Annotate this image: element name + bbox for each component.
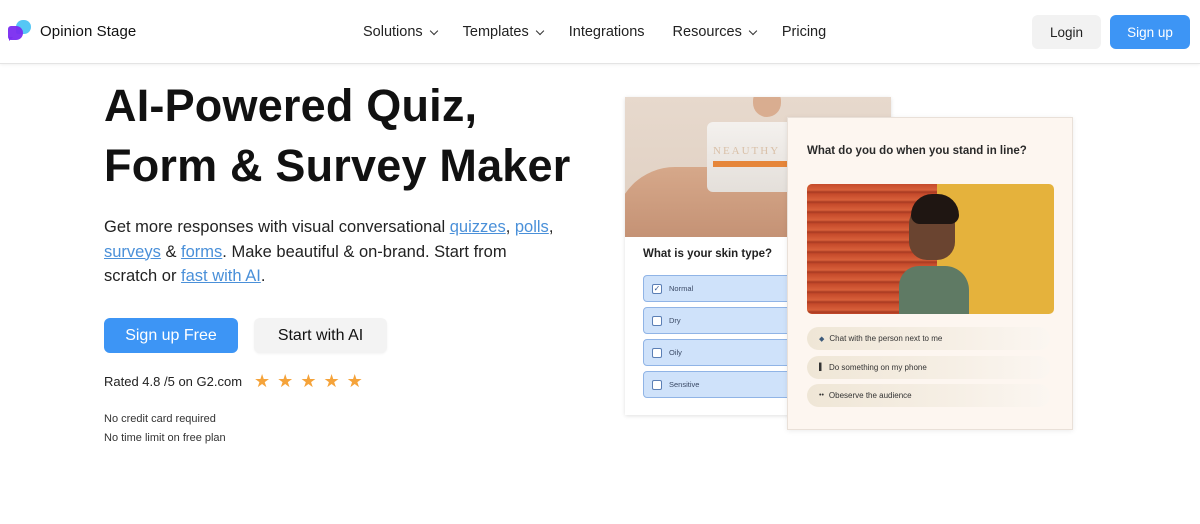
nav-solutions-label: Solutions — [363, 24, 423, 40]
skin-question: What is your skin type? — [643, 248, 773, 260]
nav-integrations[interactable]: Integrations — [569, 24, 645, 40]
hero-title: AI-Powered Quiz, Form & Survey Maker — [104, 76, 570, 196]
star-icon: ★ — [346, 371, 363, 391]
hero-subtitle: Get more responses with visual conversat… — [104, 215, 564, 289]
brand-name: Opinion Stage — [40, 22, 137, 40]
man-profile-image — [807, 184, 1054, 314]
nav-resources-label: Resources — [672, 24, 742, 40]
line-option-phone[interactable]: ▌ Do something on my phone — [807, 356, 1050, 379]
note-no-credit-card: No credit card required — [104, 413, 216, 425]
line-option-chat[interactable]: ◆ Chat with the person next to me — [807, 327, 1050, 350]
star-icon: ★ — [277, 371, 294, 391]
skin-option-sensitive[interactable]: Sensitive — [643, 371, 793, 398]
skin-option-dry[interactable]: Dry — [643, 307, 793, 334]
checkbox-icon — [652, 347, 662, 358]
subtitle-separator: , — [548, 218, 554, 236]
note-no-time-limit: No time limit on free plan — [104, 432, 226, 444]
nav-solutions[interactable]: Solutions — [363, 24, 438, 40]
rating-text: Rated 4.8 /5 on G2.com — [104, 373, 243, 389]
chevron-down-icon — [535, 26, 544, 35]
line-quiz-preview: What do you do when you stand in line? ◆… — [787, 117, 1073, 430]
line-question: What do you do when you stand in line? — [807, 145, 1027, 157]
chevron-down-icon — [748, 26, 758, 35]
nav-pricing[interactable]: Pricing — [782, 24, 826, 40]
top-nav: Opinion Stage Solutions Templates Integr… — [0, 0, 1200, 64]
nav-resources[interactable]: Resources — [672, 24, 758, 40]
checkbox-icon — [652, 315, 662, 326]
subtitle-separator: , — [505, 218, 515, 236]
checkbox-icon — [652, 379, 662, 390]
skin-option-oily[interactable]: Oily — [643, 339, 793, 366]
signup-button[interactable]: Sign up — [1110, 15, 1190, 49]
star-icon: ★ — [254, 371, 271, 391]
option-label: Oily — [669, 348, 682, 357]
link-surveys[interactable]: surveys — [104, 243, 161, 261]
rating-stars: ★ ★ ★ ★ ★ — [254, 372, 363, 390]
chat-bubbles-icon — [8, 20, 32, 42]
g2-rating: Rated 4.8 /5 on G2.com ★ ★ ★ ★ ★ — [104, 372, 363, 390]
option-label: Sensitive — [669, 380, 700, 389]
logo-link[interactable]: Opinion Stage — [8, 20, 136, 42]
signup-free-button[interactable]: Sign up Free — [104, 318, 238, 353]
speech-bubble-icon: ◆ — [819, 335, 825, 343]
nav-templates-label: Templates — [462, 24, 529, 40]
star-icon: ★ — [300, 371, 317, 391]
option-label: Dry — [669, 316, 681, 325]
nav-pricing-label: Pricing — [781, 24, 827, 40]
option-label: Chat with the person next to me — [829, 334, 943, 343]
start-with-ai-button[interactable]: Start with AI — [254, 318, 387, 353]
checkbox-checked-icon: ✓ — [652, 283, 662, 294]
star-icon: ★ — [323, 371, 340, 391]
subtitle-text: . — [260, 267, 266, 285]
phone-icon: ▌ — [819, 364, 824, 371]
jar-brand-text: NEAUTHY — [713, 145, 781, 157]
login-button[interactable]: Login — [1032, 15, 1101, 49]
link-polls[interactable]: polls — [515, 218, 549, 236]
nav-templates[interactable]: Templates — [462, 24, 544, 40]
subtitle-text: Get more responses with visual conversat… — [104, 218, 450, 236]
link-quizzes[interactable]: quizzes — [450, 218, 506, 236]
link-forms[interactable]: forms — [181, 243, 222, 261]
hero-title-line-1: AI-Powered Quiz, — [104, 80, 478, 131]
link-fast-with-ai[interactable]: fast with AI — [181, 267, 261, 285]
option-label: Normal — [669, 284, 694, 293]
line-option-observe[interactable]: •• Obeserve the audience — [807, 384, 1050, 407]
nav-integrations-label: Integrations — [568, 24, 645, 40]
subtitle-separator: & — [160, 242, 182, 261]
skin-option-normal[interactable]: ✓ Normal — [643, 275, 793, 302]
chevron-down-icon — [429, 26, 438, 35]
eyes-icon: •• — [819, 392, 824, 399]
main-menu: Solutions Templates Integrations Resourc… — [363, 0, 852, 64]
option-label: Do something on my phone — [828, 363, 927, 372]
option-label: Obeserve the audience — [828, 391, 912, 400]
hero-title-line-2: Form & Survey Maker — [104, 140, 571, 191]
